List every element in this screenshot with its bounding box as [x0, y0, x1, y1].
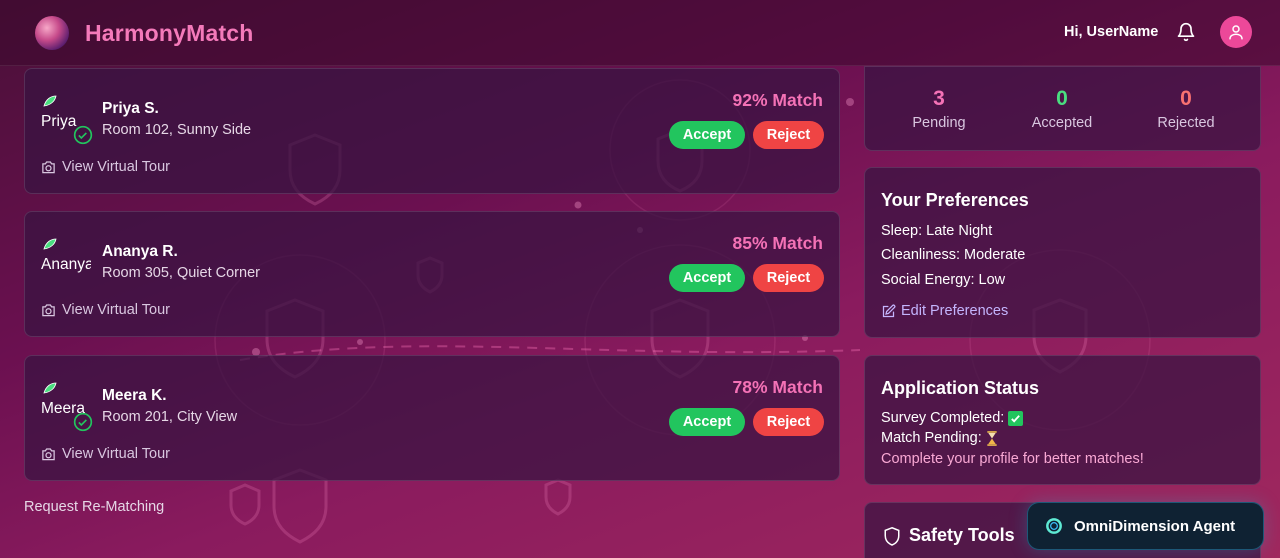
preference-cleanliness: Cleanliness: Moderate: [881, 247, 1026, 263]
application-status-title: Application Status: [881, 378, 1040, 398]
match-photo: Ananya: [41, 238, 91, 280]
match-score: 78% Match: [732, 377, 823, 397]
stat-value: 0: [1056, 87, 1068, 110]
match-card: Meera Meera K. Room 201, City View View …: [24, 355, 840, 481]
preference-sleep: Sleep: Late Night: [881, 223, 993, 239]
broken-image-icon: [43, 95, 57, 107]
omnidimension-agent-button[interactable]: OmniDimension Agent: [1027, 502, 1264, 550]
user-icon: [1229, 25, 1243, 40]
edit-icon: [882, 304, 896, 317]
preference-social-energy: Social Energy: Low: [881, 272, 1006, 288]
survey-status: Survey Completed:: [881, 410, 1024, 426]
camera-icon: [42, 161, 55, 174]
stat-label: Rejected: [1157, 115, 1215, 131]
match-score: 92% Match: [732, 90, 823, 110]
virtual-tour-link[interactable]: View Virtual Tour: [41, 159, 170, 175]
application-status-card: Application Status Survey Completed: Mat…: [864, 355, 1261, 485]
stat-value: 0: [1180, 87, 1192, 110]
reject-button[interactable]: Reject: [753, 408, 824, 436]
match-pending-status: Match Pending:: [881, 430, 998, 446]
stat-label: Accepted: [1031, 115, 1093, 131]
accept-button[interactable]: Accept: [669, 264, 745, 292]
match-name: Meera K.: [102, 387, 167, 404]
reject-button[interactable]: Reject: [753, 264, 824, 292]
preferences-title: Your Preferences: [881, 190, 1029, 210]
stat-rejected: 0 Rejected: [1126, 87, 1246, 131]
camera-icon: [42, 448, 55, 461]
match-name: Priya S.: [102, 100, 159, 117]
verified-check-icon: [73, 125, 93, 145]
match-score: 85% Match: [732, 233, 823, 253]
accept-button[interactable]: Accept: [669, 408, 745, 436]
edit-preferences-link[interactable]: Edit Preferences: [881, 303, 1008, 319]
virtual-tour-link[interactable]: View Virtual Tour: [41, 446, 170, 462]
bell-icon[interactable]: [1176, 22, 1196, 42]
camera-icon: [42, 304, 55, 317]
profile-hint: Complete your profile for better matches…: [881, 451, 1144, 467]
accept-button[interactable]: Accept: [669, 121, 745, 149]
verified-check-icon: [73, 412, 93, 432]
stat-accepted: 0 Accepted: [1002, 87, 1122, 131]
check-mark-icon: [1008, 410, 1024, 426]
user-avatar-button[interactable]: [1220, 16, 1252, 48]
match-room: Room 102, Sunny Side: [102, 122, 252, 138]
request-rematching-link[interactable]: Request Re-Matching: [24, 499, 164, 515]
broken-image-icon: [43, 382, 57, 394]
logo-image: [35, 16, 69, 50]
top-header: HarmonyMatch Hi, UserName: [0, 0, 1280, 66]
match-card: Priya Priya S. Room 102, Sunny Side View…: [24, 68, 840, 194]
match-card: Ananya Ananya R. Room 305, Quiet Corner …: [24, 211, 840, 337]
preferences-card: Your Preferences Sleep: Late Night Clean…: [864, 167, 1261, 338]
match-name: Ananya R.: [102, 243, 178, 260]
safety-tools-title: Safety Tools: [883, 525, 1015, 546]
agent-label: OmniDimension Agent: [1074, 517, 1236, 535]
stat-pending: 3 Pending: [879, 87, 999, 131]
brand-logo[interactable]: HarmonyMatch: [35, 16, 254, 50]
broken-image-icon: [43, 238, 57, 250]
agent-logo-icon: [1046, 518, 1062, 534]
shield-icon: [884, 526, 900, 546]
virtual-tour-link[interactable]: View Virtual Tour: [41, 302, 170, 318]
brand-name: HarmonyMatch: [85, 19, 254, 46]
reject-button[interactable]: Reject: [753, 121, 824, 149]
hourglass-icon: [987, 430, 997, 446]
stat-label: Pending: [912, 115, 966, 131]
user-greeting: Hi, UserName: [1064, 24, 1159, 40]
stat-value: 3: [933, 87, 945, 110]
match-stats-card: 3 Pending 0 Accepted 0 Rejected: [864, 66, 1261, 151]
match-room: Room 201, City View: [102, 409, 238, 425]
match-room: Room 305, Quiet Corner: [102, 265, 260, 281]
